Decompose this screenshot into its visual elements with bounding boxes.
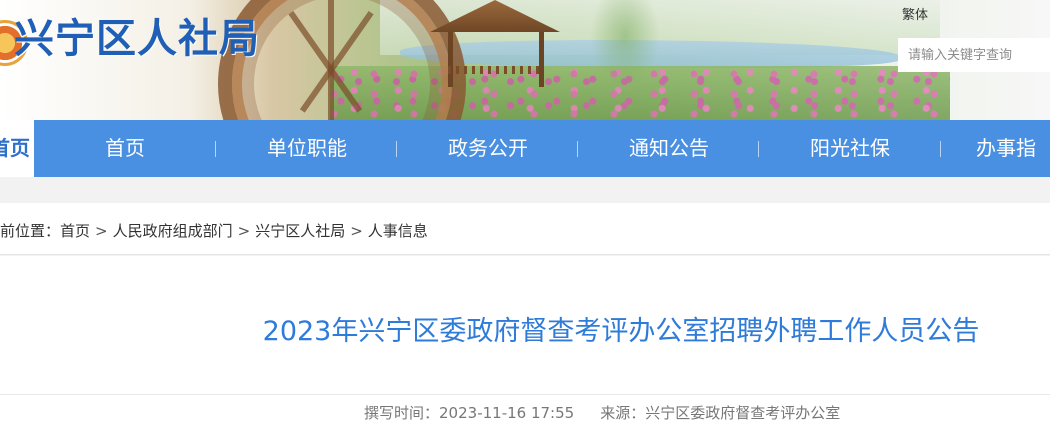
traditional-chinese-link[interactable]: 繁体 — [902, 4, 928, 23]
nav-item-services[interactable]: 办事指 — [976, 120, 1050, 177]
nav-item-notices[interactable]: 通知公告 — [608, 120, 730, 177]
meta-divider — [0, 394, 1050, 395]
article-title: 2023年兴宁区委政府督查考评办公室招聘外聘工作人员公告 — [262, 316, 980, 347]
breadcrumb-link-home[interactable]: 首页 — [60, 203, 90, 254]
nav-separator — [215, 141, 216, 157]
article-area: 2023年兴宁区委政府督查考评办公室招聘外聘工作人员公告 撰写时间：2023-1… — [0, 256, 1050, 442]
article-meta: 撰写时间：2023-11-16 17:55 来源：兴宁区委政府督查考评办公室 — [364, 402, 840, 423]
written-time: 2023-11-16 17:55 — [439, 404, 575, 422]
breadcrumb-link-departments[interactable]: 人民政府组成部门 — [113, 203, 233, 254]
source-value: 兴宁区委政府督查考评办公室 — [645, 404, 841, 422]
nav-item-government-affairs[interactable]: 政务公开 — [427, 120, 549, 177]
breadcrumb-separator: > — [237, 222, 251, 240]
nav-item-social-security[interactable]: 阳光社保 — [789, 120, 911, 177]
nav-separator — [396, 141, 397, 157]
breadcrumb-link-bureau[interactable]: 兴宁区人社局 — [255, 203, 345, 254]
banner-pavilion — [448, 32, 544, 87]
nav-item-home-active[interactable]: 首页 — [0, 120, 34, 177]
header-banner: 兴宁区人社局 繁体 — [0, 0, 1050, 120]
banner-pavilion-rail — [448, 66, 544, 74]
written-time-label: 撰写时间： — [364, 404, 440, 422]
nav-separator — [577, 141, 578, 157]
nav-separator — [758, 141, 759, 157]
banner-tree — [590, 0, 660, 90]
nav-item-home[interactable]: 首页 — [64, 120, 186, 177]
breadcrumb-separator: > — [95, 222, 108, 240]
nav-item-unit-functions[interactable]: 单位职能 — [246, 120, 368, 177]
breadcrumb: 前位置：首页 > 人民政府组成部门 > 兴宁区人社局 > 人事信息 — [0, 203, 1050, 255]
breadcrumb-link-personnel-info[interactable]: 人事信息 — [368, 203, 428, 254]
breadcrumb-separator: > — [350, 222, 363, 240]
source-label: 来源： — [600, 404, 646, 422]
breadcrumb-prefix: 前位置： — [0, 222, 61, 240]
site-title[interactable]: 兴宁区人社局 — [14, 14, 260, 64]
main-nav: 首页 首页 单位职能 政务公开 通知公告 阳光社保 办事指 — [0, 120, 1050, 177]
search-input[interactable] — [898, 38, 1050, 72]
nav-separator — [940, 141, 941, 157]
